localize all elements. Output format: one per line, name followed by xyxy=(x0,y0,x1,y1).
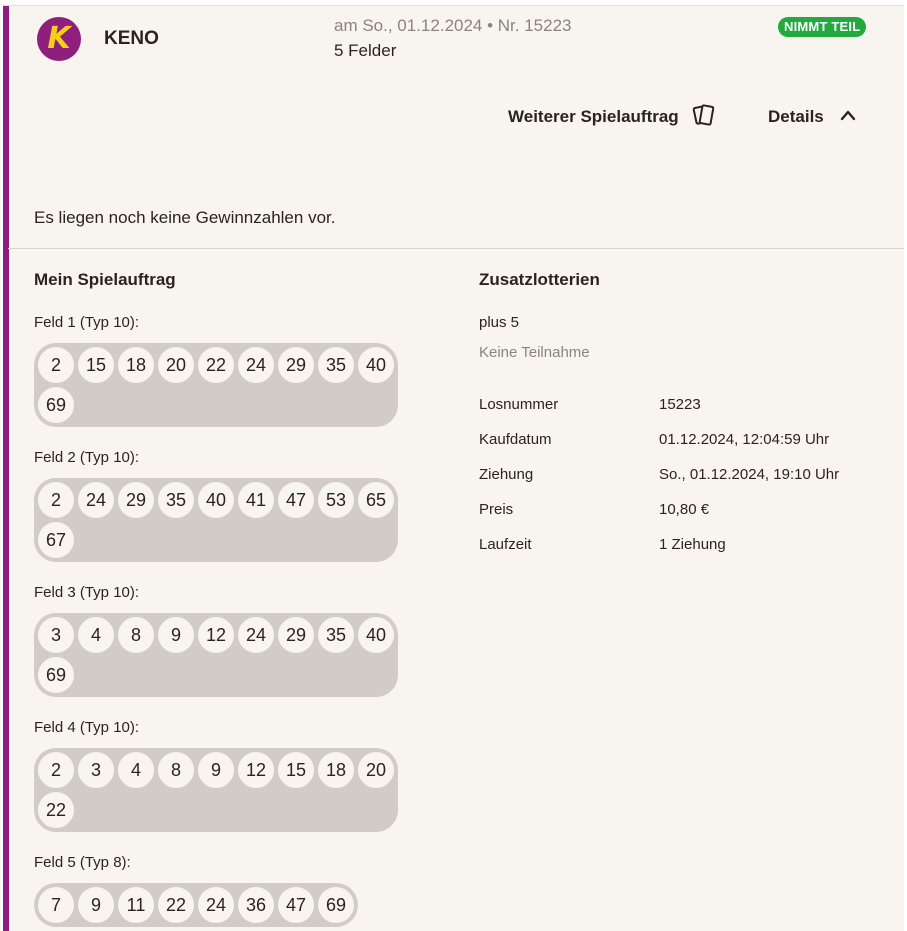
number-ball: 8 xyxy=(158,752,194,788)
number-ball: 29 xyxy=(278,347,314,383)
number-ball: 35 xyxy=(318,347,354,383)
repeat-order-button[interactable]: Weiterer Spielauftrag xyxy=(508,102,717,132)
number-ball: 18 xyxy=(118,347,154,383)
number-ball: 9 xyxy=(78,887,114,923)
number-ball: 35 xyxy=(158,482,194,518)
number-ball: 12 xyxy=(198,617,234,653)
extras-title: Zusatzlotterien xyxy=(479,270,600,289)
info-label: Laufzeit xyxy=(479,536,532,553)
field-numbers: 3 4 8 9 12 24 29 35 40 69 xyxy=(34,613,398,697)
number-ball: 15 xyxy=(278,752,314,788)
number-ball: 20 xyxy=(158,347,194,383)
number-ball: 18 xyxy=(318,752,354,788)
number-ball: 9 xyxy=(158,617,194,653)
no-winning-numbers-notice: Es liegen noch keine Gewinnzahlen vor. xyxy=(34,208,336,227)
fields-count: 5 Felder xyxy=(334,41,397,60)
number-ball: 11 xyxy=(118,887,154,923)
number-ball: 3 xyxy=(38,617,74,653)
number-ball: 47 xyxy=(278,887,314,923)
chevron-up-icon xyxy=(840,108,856,126)
number-ball: 4 xyxy=(118,752,154,788)
number-ball: 24 xyxy=(198,887,234,923)
number-ball: 53 xyxy=(318,482,354,518)
number-ball: 2 xyxy=(38,482,74,518)
plus5-status: Keine Teilnahme xyxy=(479,344,590,361)
info-label: Losnummer xyxy=(479,396,559,413)
number-ball: 35 xyxy=(318,617,354,653)
field-numbers: 2 24 29 35 40 41 47 53 65 67 xyxy=(34,478,398,562)
field-numbers: 2 3 4 8 9 12 15 18 20 22 xyxy=(34,748,398,832)
repeat-order-label: Weiterer Spielauftrag xyxy=(508,107,679,126)
details-label: Details xyxy=(768,107,824,126)
my-order-title: Mein Spielauftrag xyxy=(34,270,176,289)
number-ball: 69 xyxy=(38,657,74,693)
field-label: Feld 3 (Typ 10): xyxy=(34,584,140,601)
info-label: Kaufdatum xyxy=(479,431,552,448)
field-numbers: 2 15 18 20 22 24 29 35 40 69 xyxy=(34,343,398,427)
number-ball: 20 xyxy=(358,752,394,788)
number-ball: 40 xyxy=(358,347,394,383)
field-label: Feld 4 (Typ 10): xyxy=(34,719,140,736)
section-divider xyxy=(8,248,904,249)
number-ball: 3 xyxy=(78,752,114,788)
details-toggle[interactable]: Details xyxy=(768,102,856,132)
number-ball: 69 xyxy=(318,887,354,923)
info-value: 15223 xyxy=(659,396,701,413)
number-ball: 12 xyxy=(238,752,274,788)
number-ball: 47 xyxy=(278,482,314,518)
game-name: KENO xyxy=(104,28,159,49)
number-ball: 36 xyxy=(238,887,274,923)
number-ball: 22 xyxy=(38,792,74,828)
field-label: Feld 5 (Typ 8): xyxy=(34,854,131,871)
number-ball: 15 xyxy=(78,347,114,383)
number-ball: 29 xyxy=(278,617,314,653)
tickets-icon xyxy=(691,102,717,133)
number-ball: 9 xyxy=(198,752,234,788)
number-ball: 22 xyxy=(158,887,194,923)
number-ball: 40 xyxy=(198,482,234,518)
number-ball: 24 xyxy=(238,617,274,653)
keno-logo: K xyxy=(37,17,81,61)
number-ball: 2 xyxy=(38,752,74,788)
info-value: 01.12.2024, 12:04:59 Uhr xyxy=(659,431,830,448)
info-value: So., 01.12.2024, 19:10 Uhr xyxy=(659,466,840,483)
number-ball: 22 xyxy=(198,347,234,383)
number-ball: 40 xyxy=(358,617,394,653)
accent-bar xyxy=(3,6,9,931)
number-ball: 65 xyxy=(358,482,394,518)
field-numbers: 7 9 11 22 24 36 47 69 xyxy=(34,883,358,927)
field-label: Feld 2 (Typ 10): xyxy=(34,449,140,466)
draw-info: am So., 01.12.2024 • Nr. 15223 xyxy=(334,16,572,35)
status-badge: NIMMT TEIL xyxy=(778,17,867,37)
number-ball: 29 xyxy=(118,482,154,518)
number-ball: 8 xyxy=(118,617,154,653)
number-ball: 24 xyxy=(238,347,274,383)
ticket-card: K KENO am So., 01.12.2024 • Nr. 15223 5 … xyxy=(3,5,904,931)
number-ball: 67 xyxy=(38,522,74,558)
number-ball: 2 xyxy=(38,347,74,383)
number-ball: 4 xyxy=(78,617,114,653)
info-value: 10,80 € xyxy=(659,501,710,518)
plus5-label: plus 5 xyxy=(479,314,520,331)
info-label: Preis xyxy=(479,501,514,518)
info-label: Ziehung xyxy=(479,466,534,483)
number-ball: 24 xyxy=(78,482,114,518)
field-label: Feld 1 (Typ 10): xyxy=(34,314,140,331)
info-value: 1 Ziehung xyxy=(659,536,726,553)
logo-letter: K xyxy=(47,21,71,56)
number-ball: 69 xyxy=(38,387,74,423)
number-ball: 7 xyxy=(38,887,74,923)
number-ball: 41 xyxy=(238,482,274,518)
